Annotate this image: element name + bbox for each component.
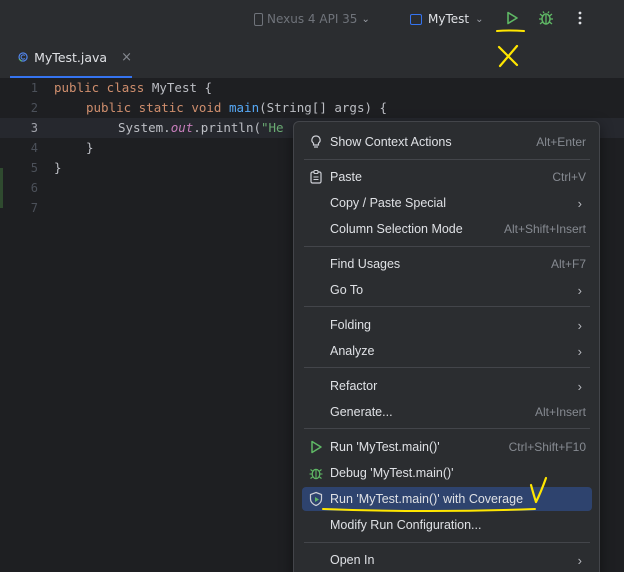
ide-window: Nexus 4 API 35 ⌄ MyTest ⌄ MyTest.java × … bbox=[0, 0, 624, 572]
annotation-underline-run-button bbox=[496, 29, 525, 32]
annotation-check-mark bbox=[529, 476, 548, 504]
annotation-underline-coverage bbox=[322, 508, 536, 512]
annotation-x-mark bbox=[497, 44, 519, 68]
annotation-overlay bbox=[322, 29, 548, 512]
